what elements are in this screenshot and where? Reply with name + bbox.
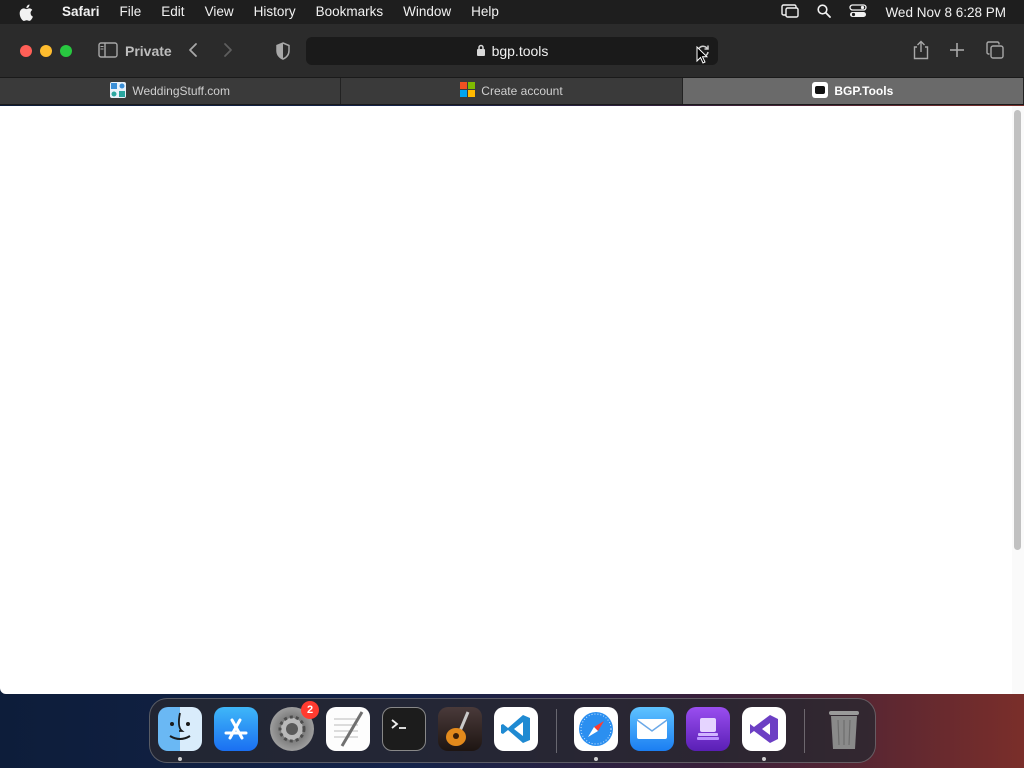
menu-help[interactable]: Help — [461, 0, 509, 24]
dock-separator — [804, 709, 805, 753]
microsoft-favicon-icon — [460, 82, 476, 100]
mail-icon[interactable] — [630, 707, 674, 751]
finder-icon[interactable] — [158, 707, 202, 751]
tab-title: WeddingStuff.com — [132, 84, 230, 98]
dock-separator — [556, 709, 557, 753]
back-button[interactable] — [187, 42, 199, 58]
menu-view[interactable]: View — [195, 0, 244, 24]
share-icon[interactable] — [912, 40, 930, 60]
forward-button[interactable] — [222, 42, 234, 58]
tab-bgp-tools[interactable]: BGP.Tools — [682, 78, 1024, 104]
garageband-icon[interactable] — [438, 707, 482, 751]
tab-create-account[interactable]: Create account — [341, 78, 683, 104]
weddingstuff-favicon-icon — [110, 81, 127, 101]
menu-bookmarks[interactable]: Bookmarks — [306, 0, 394, 24]
bgp-tools-favicon-icon — [812, 81, 829, 101]
dock: 2 — [149, 698, 876, 763]
menubar-clock[interactable]: Wed Nov 8 6:28 PM — [885, 5, 1006, 20]
menu-file[interactable]: File — [110, 0, 152, 24]
mouse-cursor-icon — [696, 46, 708, 64]
tab-weddingstuff[interactable]: WeddingStuff.com — [0, 78, 342, 104]
configurator-icon[interactable] — [686, 707, 730, 751]
web-content-area[interactable] — [0, 106, 1024, 694]
spotlight-search-icon[interactable] — [817, 3, 832, 21]
menu-bar: Safari File Edit View History Bookmarks … — [0, 0, 1024, 24]
app-store-icon[interactable] — [214, 707, 258, 751]
private-mode-label: Private — [125, 43, 172, 59]
menu-window[interactable]: Window — [393, 0, 461, 24]
privacy-shield-icon[interactable] — [275, 42, 291, 60]
vscode-icon[interactable] — [494, 707, 538, 751]
close-window-button[interactable] — [20, 45, 32, 57]
system-settings-badge: 2 — [301, 701, 319, 719]
tab-overview-icon[interactable] — [986, 41, 1004, 59]
tab-title: BGP.Tools — [834, 84, 894, 98]
menu-edit[interactable]: Edit — [151, 0, 194, 24]
menu-safari[interactable]: Safari — [52, 0, 110, 24]
tab-title: Create account — [481, 84, 563, 98]
scrollbar-thumb[interactable] — [1014, 110, 1021, 550]
visual-studio-running-indicator — [762, 757, 766, 761]
safari-running-indicator — [594, 757, 598, 761]
zoom-window-button[interactable] — [60, 45, 72, 57]
sidebar-toggle-icon[interactable] — [98, 42, 118, 58]
safari-icon[interactable] — [574, 707, 618, 751]
apple-menu-icon[interactable] — [0, 4, 52, 21]
status-area: Wed Nov 8 6:28 PM — [781, 0, 1006, 24]
visual-studio-icon[interactable] — [742, 707, 786, 751]
lock-icon — [476, 43, 486, 59]
finder-running-indicator — [178, 757, 182, 761]
new-tab-icon[interactable] — [949, 42, 965, 58]
screen-mirroring-icon[interactable] — [781, 3, 800, 21]
address-bar[interactable]: bgp.tools — [306, 37, 718, 65]
address-url: bgp.tools — [491, 43, 549, 59]
menu-history[interactable]: History — [244, 0, 306, 24]
trash-icon[interactable] — [822, 707, 866, 751]
textedit-icon[interactable] — [326, 707, 370, 751]
tab-bar: WeddingStuff.com Create account BGP.Tool… — [0, 77, 1024, 105]
vertical-scrollbar[interactable] — [1012, 106, 1024, 694]
terminal-icon[interactable] — [382, 707, 426, 751]
minimize-window-button[interactable] — [40, 45, 52, 57]
control-center-icon[interactable] — [849, 3, 868, 21]
